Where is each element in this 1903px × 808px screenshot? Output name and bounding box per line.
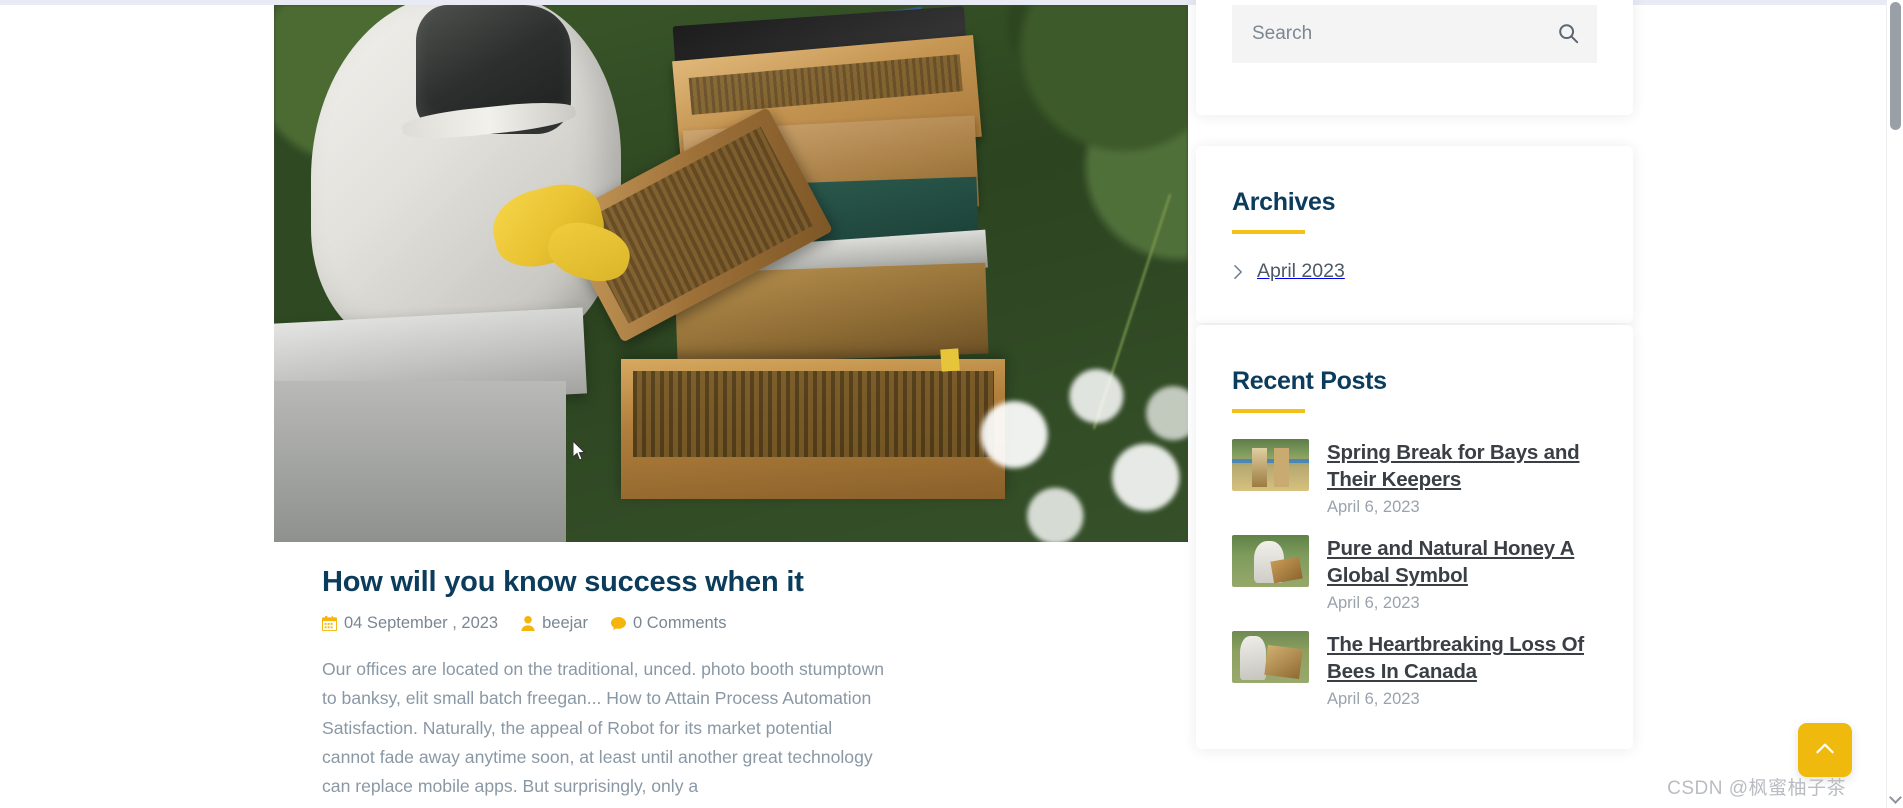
chevron-up-icon xyxy=(1812,736,1838,765)
search-widget xyxy=(1196,0,1633,115)
recent-posts-list: Spring Break for Bays and Their Keepers … xyxy=(1232,439,1597,709)
search-icon xyxy=(1557,22,1579,47)
list-item[interactable]: Spring Break for Bays and Their Keepers … xyxy=(1232,439,1597,517)
article-paragraph: Our offices are located on the tradition… xyxy=(322,659,885,797)
article-column: How will you know success when it 04 Sep… xyxy=(256,5,1196,808)
recent-posts-title-underline xyxy=(1232,409,1305,413)
recent-post-date: April 6, 2023 xyxy=(1327,498,1420,517)
recent-post-date: April 6, 2023 xyxy=(1327,690,1420,709)
recent-post-thumbnail[interactable] xyxy=(1232,439,1309,491)
recent-post-title[interactable]: The Heartbreaking Loss Of Bees In Canada xyxy=(1327,633,1584,683)
recent-post-thumbnail[interactable] xyxy=(1232,535,1309,588)
vertical-scrollbar[interactable] xyxy=(1886,0,1903,808)
scrollbar-down-arrow-icon[interactable] xyxy=(1889,791,1902,804)
calendar-icon xyxy=(322,616,337,632)
article-body: How will you know success when it 04 Sep… xyxy=(274,542,1188,801)
scroll-to-top-button[interactable] xyxy=(1798,723,1852,777)
archive-link-label: April 2023 xyxy=(1257,260,1345,282)
archive-link-april-2023[interactable]: April 2023 xyxy=(1232,260,1597,283)
search-input[interactable] xyxy=(1232,5,1597,63)
recent-post-date: April 6, 2023 xyxy=(1327,594,1420,613)
article-author: beejar xyxy=(542,614,588,633)
recent-post-text: Pure and Natural Honey A Global Symbol A… xyxy=(1327,535,1597,613)
user-icon xyxy=(521,616,535,632)
article-meta: 04 September , 2023 beejar 0 Comments xyxy=(274,600,1188,633)
article-comment-count: 0 Comments xyxy=(632,614,727,633)
archives-title: Archives xyxy=(1232,188,1336,216)
article-title: How will you know success when it xyxy=(322,566,804,598)
hero-metal-lid-left-body xyxy=(274,380,567,542)
comment-icon xyxy=(610,616,626,631)
chevron-right-icon xyxy=(1232,264,1245,280)
csdn-watermark: CSDN @枫蜜柚子茶 xyxy=(1667,778,1846,799)
archives-widget: Archives April 2023 xyxy=(1196,146,1633,323)
recent-post-thumbnail[interactable] xyxy=(1232,631,1309,684)
search-field-wrapper[interactable] xyxy=(1232,5,1597,63)
browser-viewport: How will you know success when it 04 Sep… xyxy=(0,0,1903,808)
recent-post-text: Spring Break for Bays and Their Keepers … xyxy=(1327,439,1597,517)
recent-posts-title: Recent Posts xyxy=(1232,367,1387,395)
hero-white-flowers xyxy=(932,348,1188,542)
scrollbar-thumb[interactable] xyxy=(1890,2,1901,130)
list-item[interactable]: The Heartbreaking Loss Of Bees In Canada… xyxy=(1232,631,1597,709)
archives-title-underline xyxy=(1232,230,1305,234)
recent-post-title[interactable]: Spring Break for Bays and Their Keepers xyxy=(1327,441,1580,491)
recent-post-text: The Heartbreaking Loss Of Bees In Canada… xyxy=(1327,631,1597,709)
article-date: 04 September , 2023 xyxy=(344,614,499,633)
recent-post-title[interactable]: Pure and Natural Honey A Global Symbol xyxy=(1327,537,1575,587)
recent-posts-widget: Recent Posts Spring Break for Bays and T… xyxy=(1196,325,1633,750)
list-item[interactable]: Pure and Natural Honey A Global Symbol A… xyxy=(1232,535,1597,613)
search-button[interactable] xyxy=(1555,21,1581,47)
article-hero-image xyxy=(274,5,1188,542)
page-content-canvas: How will you know success when it 04 Sep… xyxy=(18,0,1884,808)
